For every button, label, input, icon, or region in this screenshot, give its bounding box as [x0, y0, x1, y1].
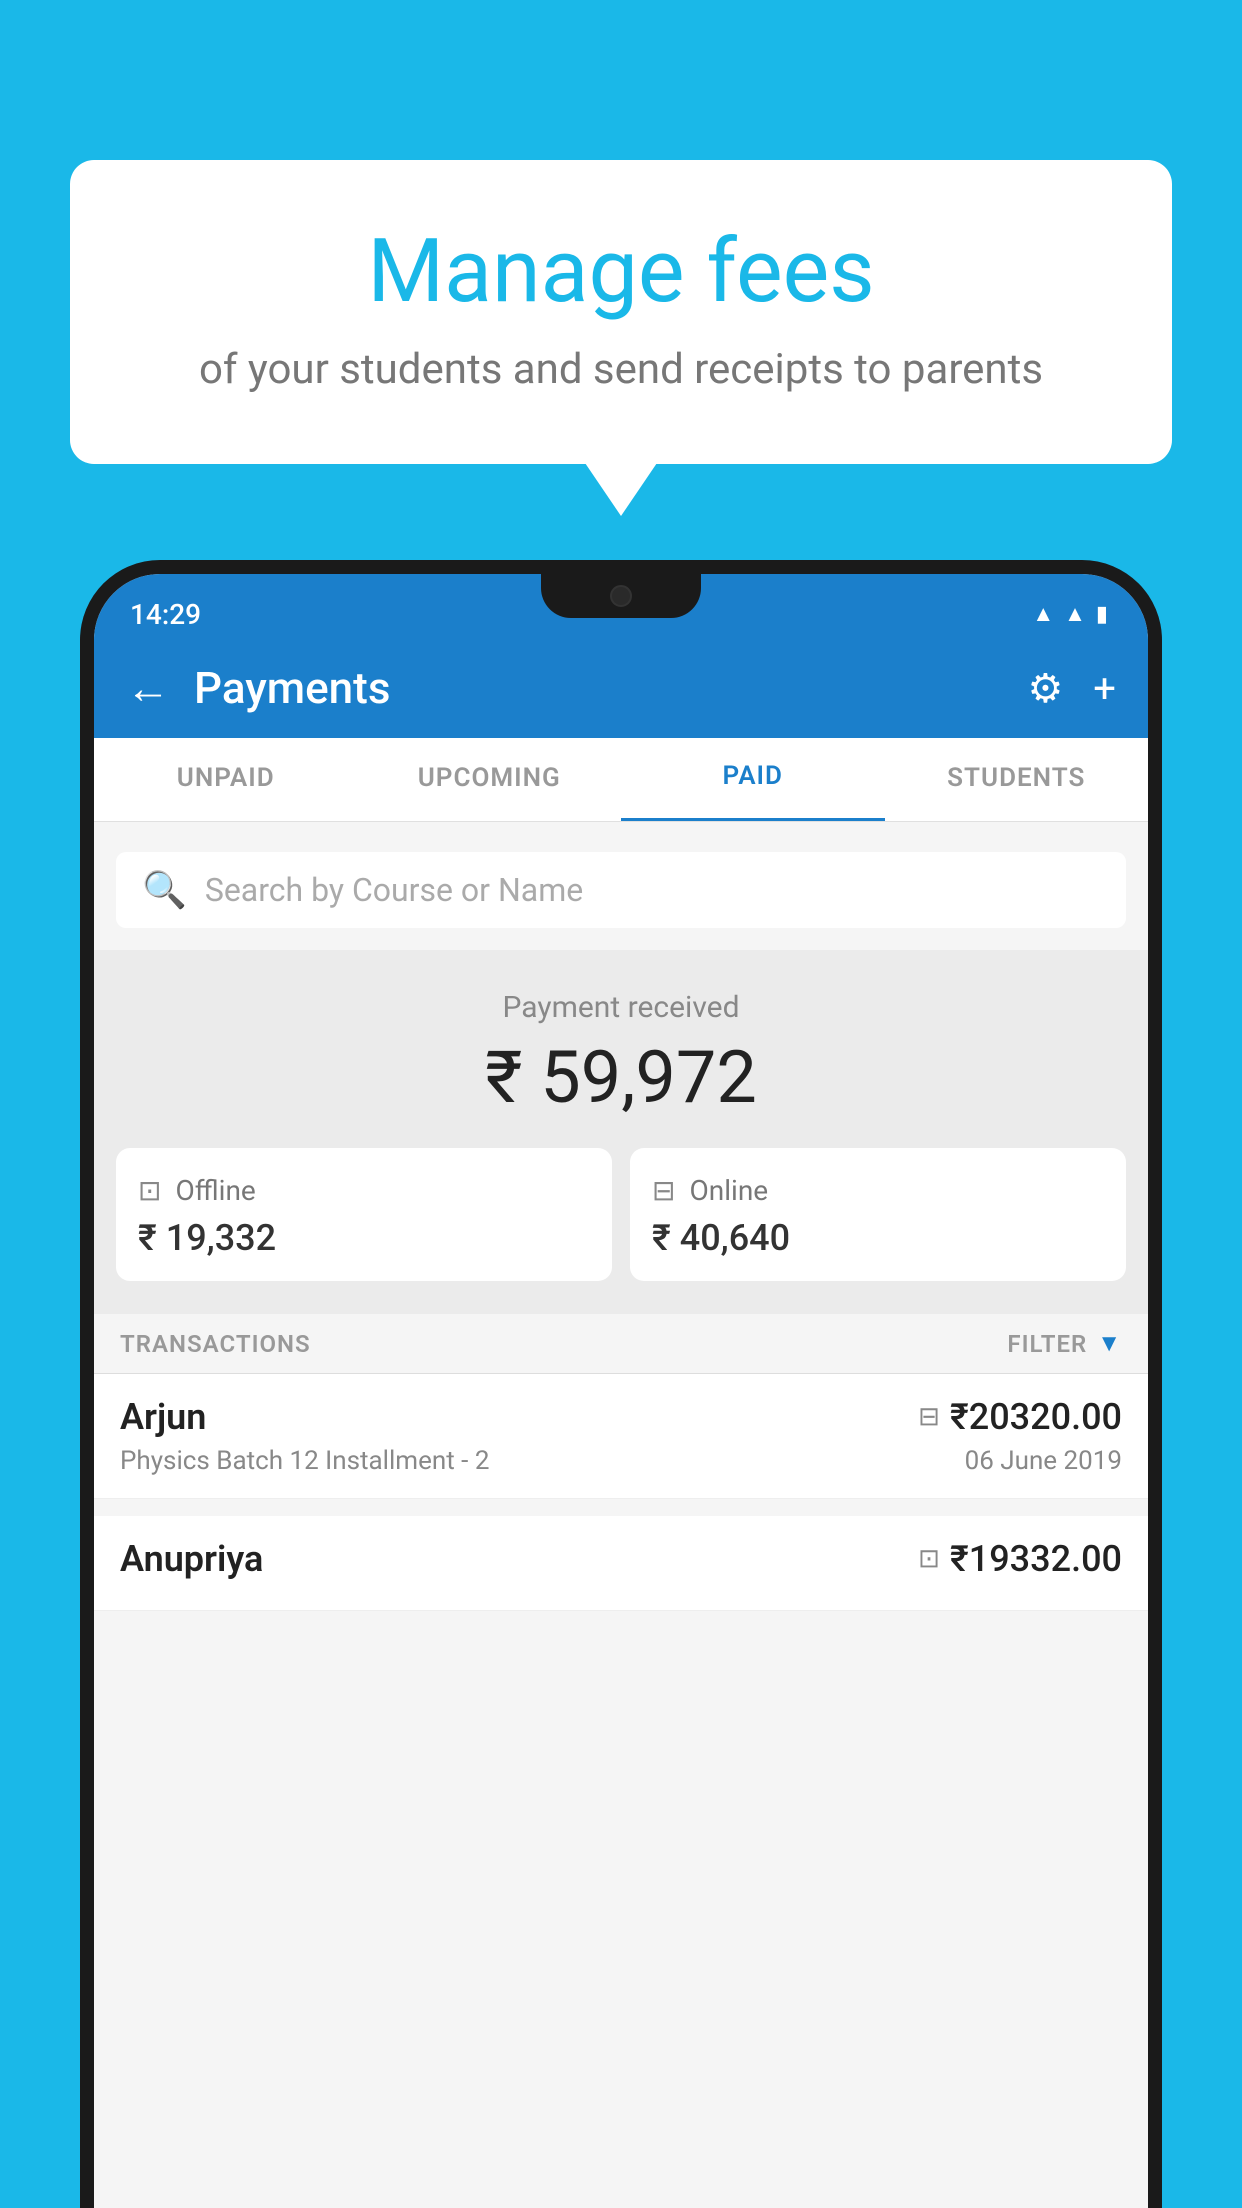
- search-icon: 🔍: [142, 869, 187, 911]
- status-time: 14:29: [130, 598, 201, 631]
- online-amount: ₹ 40,640: [652, 1217, 1104, 1259]
- wifi-icon: ▲: [1032, 601, 1054, 627]
- txn-desc-1: Physics Batch 12 Installment - 2: [120, 1446, 489, 1476]
- phone-screen: 14:29 ▲ ▲ ▮ ← Payments ⚙ + UNPAID UPCOMI…: [94, 574, 1148, 2208]
- search-input[interactable]: Search by Course or Name: [205, 871, 583, 909]
- payment-received-label: Payment received: [94, 990, 1148, 1025]
- txn-payment-icon-2: ⊡: [918, 1544, 940, 1574]
- tab-upcoming[interactable]: UPCOMING: [358, 738, 622, 821]
- txn-name-2: Anupriya: [120, 1538, 263, 1580]
- bubble-title: Manage fees: [150, 220, 1092, 323]
- back-button[interactable]: ←: [126, 662, 170, 714]
- battery-icon: ▮: [1096, 602, 1108, 627]
- transactions-header: TRANSACTIONS FILTER ▼: [94, 1314, 1148, 1374]
- online-icon: ⊟: [652, 1174, 675, 1207]
- phone-frame: 14:29 ▲ ▲ ▮ ← Payments ⚙ + UNPAID UPCOMI…: [80, 560, 1162, 2208]
- online-label: Online: [689, 1174, 768, 1207]
- tab-unpaid[interactable]: UNPAID: [94, 738, 358, 821]
- offline-label: Offline: [175, 1174, 255, 1207]
- camera: [610, 585, 632, 607]
- app-bar-actions: ⚙ +: [1027, 665, 1116, 712]
- signal-icon: ▲: [1064, 601, 1086, 627]
- filter-icon: ▼: [1097, 1329, 1122, 1358]
- txn-name-1: Arjun: [120, 1396, 206, 1438]
- notch: [541, 574, 701, 618]
- status-icons: ▲ ▲ ▮: [1032, 601, 1108, 627]
- filter-button[interactable]: FILTER ▼: [1007, 1329, 1122, 1358]
- transactions-label: TRANSACTIONS: [120, 1330, 311, 1358]
- search-box[interactable]: 🔍 Search by Course or Name: [116, 852, 1126, 928]
- bubble-subtitle: of your students and send receipts to pa…: [150, 345, 1092, 394]
- payment-cards: ⊡ Offline ₹ 19,332 ⊟ Online ₹ 40,640: [94, 1148, 1148, 1281]
- search-container: 🔍 Search by Course or Name: [94, 834, 1148, 946]
- tab-students[interactable]: STUDENTS: [885, 738, 1149, 821]
- add-icon[interactable]: +: [1093, 665, 1116, 712]
- tab-bar: UNPAID UPCOMING PAID STUDENTS: [94, 738, 1148, 822]
- speech-bubble: Manage fees of your students and send re…: [70, 160, 1172, 464]
- transaction-row-arjun[interactable]: Arjun ⊟ ₹20320.00 Physics Batch 12 Insta…: [94, 1374, 1148, 1499]
- app-title: Payments: [194, 662, 1027, 714]
- payment-total-amount: ₹ 59,972: [94, 1035, 1148, 1120]
- txn-date-1: 06 June 2019: [965, 1446, 1122, 1476]
- payment-received-section: Payment received ₹ 59,972 ⊡ Offline ₹ 19…: [94, 950, 1148, 1317]
- txn-amount-2: ₹19332.00: [950, 1538, 1122, 1580]
- tab-paid[interactable]: PAID: [621, 738, 885, 821]
- offline-icon: ⊡: [138, 1174, 161, 1207]
- txn-payment-icon-1: ⊟: [918, 1402, 940, 1432]
- txn-amount-1: ₹20320.00: [950, 1396, 1122, 1438]
- app-bar: ← Payments ⚙ +: [94, 638, 1148, 738]
- settings-icon[interactable]: ⚙: [1027, 665, 1063, 712]
- transaction-row-anupriya[interactable]: Anupriya ⊡ ₹19332.00: [94, 1516, 1148, 1611]
- online-card: ⊟ Online ₹ 40,640: [630, 1148, 1126, 1281]
- offline-amount: ₹ 19,332: [138, 1217, 590, 1259]
- offline-card: ⊡ Offline ₹ 19,332: [116, 1148, 612, 1281]
- filter-label: FILTER: [1007, 1330, 1087, 1358]
